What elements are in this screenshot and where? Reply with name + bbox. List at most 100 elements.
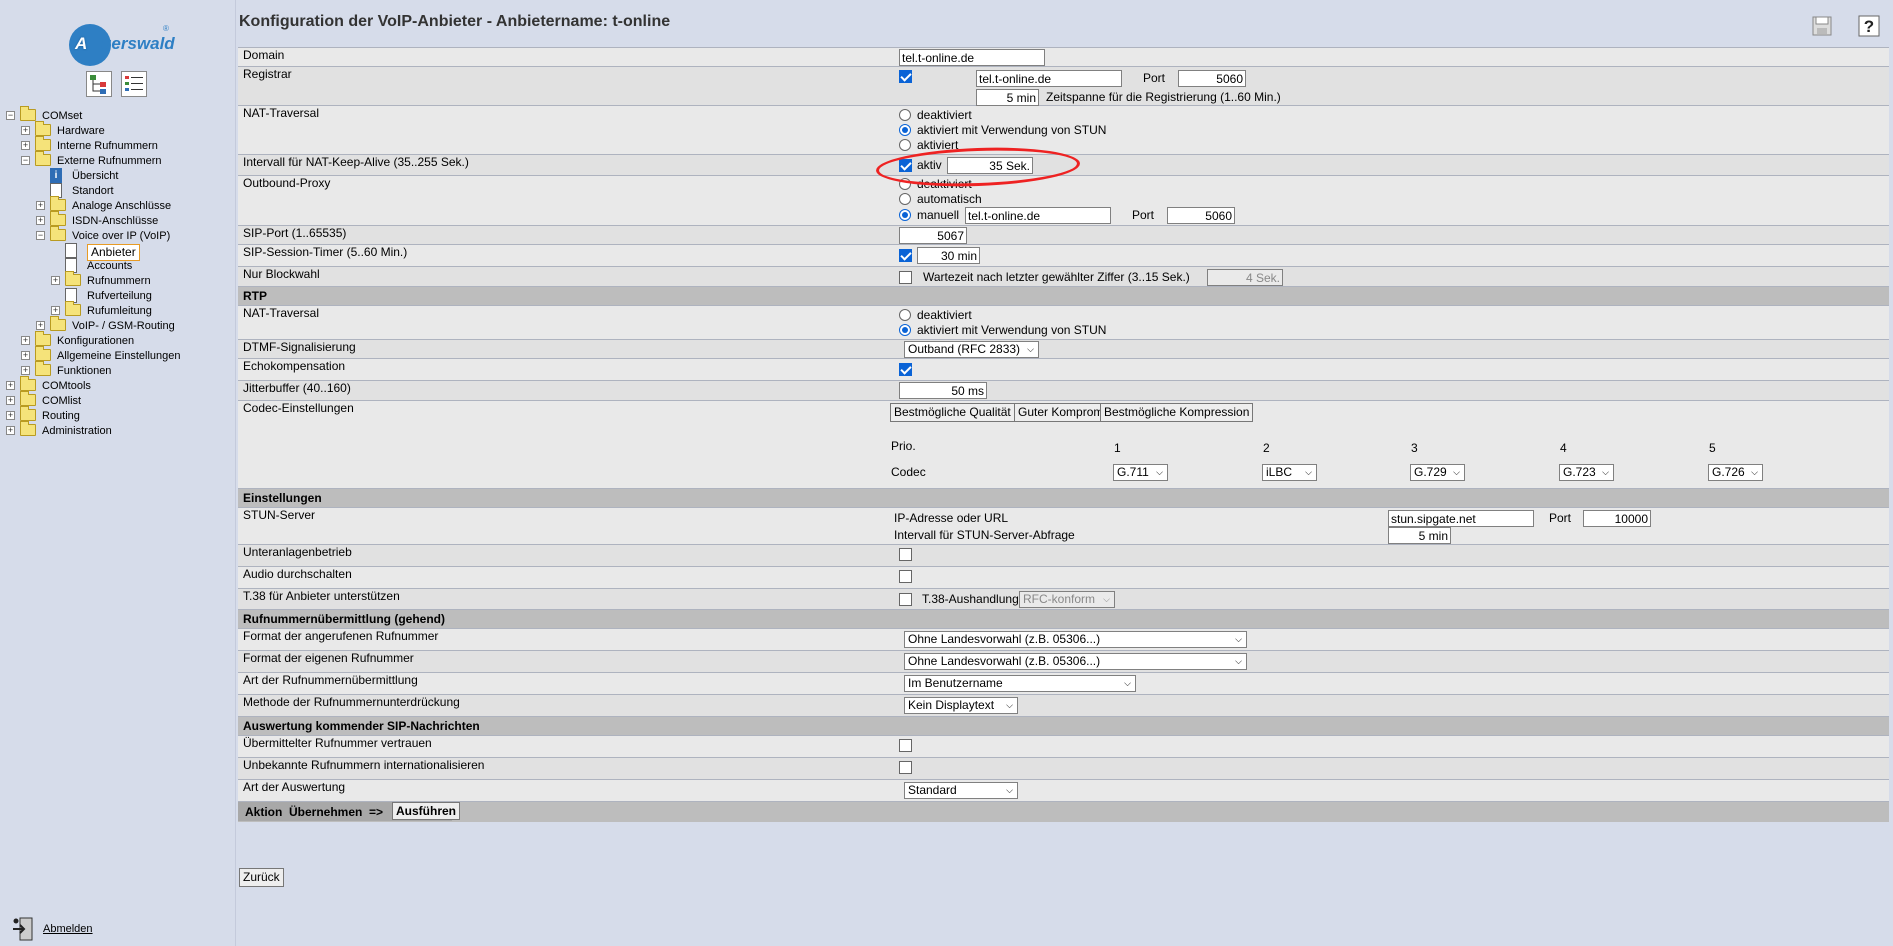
transmission-type-label: Art der Rufnummernübermittlung xyxy=(238,672,894,695)
evaluation-type-select[interactable]: Standard ⌵ xyxy=(904,782,1018,799)
logo-registered: ® xyxy=(163,24,169,33)
list-view-icon[interactable] xyxy=(121,71,147,97)
folder-icon xyxy=(65,301,81,316)
registrar-host-input[interactable] xyxy=(976,70,1122,87)
codec-select[interactable]: iLBC ⌵ xyxy=(1262,464,1317,481)
codec-select-value: G.729 xyxy=(1414,465,1447,479)
codec-select[interactable]: G.723 ⌵ xyxy=(1559,464,1614,481)
called-format-select[interactable]: Ohne Landesvorwahl (z.B. 05306...) ⌵ xyxy=(904,631,1247,648)
nat-stun-radio[interactable] xyxy=(899,124,911,136)
expand-icon[interactable]: + xyxy=(36,321,45,330)
t38-label: T.38 für Anbieter unterstützen xyxy=(238,588,894,610)
outbound-manual-radio[interactable] xyxy=(899,209,911,221)
stun-ip-input[interactable] xyxy=(1388,510,1534,527)
session-timer-checkbox[interactable] xyxy=(899,249,912,262)
outbound-port-input[interactable] xyxy=(1167,207,1235,224)
trust-number-checkbox[interactable] xyxy=(899,739,912,752)
audio-through-checkbox[interactable] xyxy=(899,570,912,583)
transmission-type-select[interactable]: Im Benutzername ⌵ xyxy=(904,675,1136,692)
chevron-down-icon: ⌵ xyxy=(1751,467,1758,477)
rtp-nat-label: NAT-Traversal xyxy=(238,305,894,340)
auerswald-logo[interactable]: A uerswald ® xyxy=(63,24,175,66)
called-format-label: Format der angerufenen Rufnummer xyxy=(238,628,894,651)
transmission-type-value: Im Benutzername xyxy=(908,676,1003,690)
outbound-auto-label: automatisch xyxy=(917,192,982,206)
logout-link[interactable]: Abmelden xyxy=(43,923,93,935)
outbound-host-input[interactable] xyxy=(965,207,1111,224)
expand-icon[interactable]: + xyxy=(21,351,30,360)
codec-select[interactable]: G.726 ⌵ xyxy=(1708,464,1763,481)
suppression-method-value: Kein Displaytext xyxy=(908,698,995,712)
rtp-nat-stun-label: aktiviert mit Verwendung von STUN xyxy=(917,323,1107,337)
folder-open-icon xyxy=(50,226,66,241)
expand-icon[interactable]: + xyxy=(36,216,45,225)
registrar-checkbox[interactable] xyxy=(899,70,912,83)
collapse-icon[interactable]: − xyxy=(6,111,15,120)
expand-icon[interactable]: + xyxy=(51,306,60,315)
codec-select-value: iLBC xyxy=(1266,465,1293,479)
outbound-auto-radio[interactable] xyxy=(899,193,911,205)
page-title: Konfiguration der VoIP-Anbieter - Anbiet… xyxy=(239,13,671,30)
rtp-nat-off-label: deaktiviert xyxy=(917,308,972,322)
jitter-input[interactable] xyxy=(899,382,987,399)
internationalize-checkbox[interactable] xyxy=(899,761,912,774)
domain-input[interactable] xyxy=(899,49,1045,66)
tree-item[interactable]: Anbieter xyxy=(0,242,140,261)
expand-icon[interactable]: + xyxy=(6,426,15,435)
codec-select[interactable]: G.729 ⌵ xyxy=(1410,464,1465,481)
dtmf-select[interactable]: Outband (RFC 2833) ⌵ xyxy=(904,341,1039,358)
folder-icon xyxy=(35,361,51,376)
block-dial-note: Wartezeit nach letzter gewählter Ziffer … xyxy=(923,270,1190,284)
internationalize-label: Unbekannte Rufnummern internationalisier… xyxy=(238,757,894,780)
stun-interval-input[interactable] xyxy=(1388,527,1451,544)
tree-view-icon[interactable] xyxy=(86,71,112,97)
execute-button[interactable]: Ausführen xyxy=(392,802,460,820)
expand-icon[interactable]: + xyxy=(51,276,60,285)
chevron-down-icon: ⌵ xyxy=(1235,634,1242,644)
chevron-down-icon: ⌵ xyxy=(1602,467,1609,477)
registrar-port-input[interactable] xyxy=(1178,70,1246,87)
t38-negotiation-select[interactable]: RFC-konform ⌵ xyxy=(1019,591,1115,608)
sip-port-input[interactable] xyxy=(899,227,967,244)
block-dial-wait-input[interactable] xyxy=(1207,269,1283,286)
codec-select-value: G.723 xyxy=(1563,465,1596,479)
block-dial-checkbox[interactable] xyxy=(899,271,912,284)
expand-icon[interactable]: + xyxy=(21,141,30,150)
stun-port-input[interactable] xyxy=(1583,510,1651,527)
expand-icon[interactable]: + xyxy=(21,336,30,345)
expand-icon[interactable]: + xyxy=(6,411,15,420)
own-format-select[interactable]: Ohne Landesvorwahl (z.B. 05306...) ⌵ xyxy=(904,653,1247,670)
registration-interval-input[interactable] xyxy=(976,89,1039,106)
codec-best-quality-button[interactable]: Bestmögliche Qualität xyxy=(890,403,1015,422)
svg-text:?: ? xyxy=(1864,17,1874,36)
echo-checkbox[interactable] xyxy=(899,363,912,376)
session-timer-label: SIP-Session-Timer (5..60 Min.) xyxy=(238,244,894,267)
expand-icon[interactable]: + xyxy=(21,366,30,375)
expand-icon[interactable]: + xyxy=(6,381,15,390)
expand-icon[interactable]: + xyxy=(6,396,15,405)
logout-icon[interactable] xyxy=(10,915,38,943)
collapse-icon[interactable]: − xyxy=(36,231,45,240)
rtp-nat-off-radio[interactable] xyxy=(899,309,911,321)
codec-best-compression-button[interactable]: Bestmögliche Kompression xyxy=(1100,403,1254,422)
codec-select-value: G.726 xyxy=(1712,465,1745,479)
expand-icon[interactable]: + xyxy=(36,201,45,210)
session-timer-input[interactable] xyxy=(917,247,980,264)
chevron-down-icon: ⌵ xyxy=(1235,656,1242,666)
outbound-manual-label: manuell xyxy=(917,208,960,222)
settings-section-header: Einstellungen xyxy=(238,488,1889,508)
save-icon[interactable] xyxy=(1811,14,1833,38)
suppression-method-select[interactable]: Kein Displaytext ⌵ xyxy=(904,697,1018,714)
nat-off-radio[interactable] xyxy=(899,109,911,121)
codec-select[interactable]: G.711 ⌵ xyxy=(1113,464,1168,481)
chevron-down-icon: ⌵ xyxy=(1453,467,1460,477)
nat-on-radio[interactable] xyxy=(899,139,911,151)
rtp-nat-stun-radio[interactable] xyxy=(899,324,911,336)
t38-checkbox[interactable] xyxy=(899,593,912,606)
collapse-icon[interactable]: − xyxy=(21,156,30,165)
back-button[interactable]: Zurück xyxy=(239,868,284,887)
registration-interval-note: Zeitspanne für die Registrierung (1..60 … xyxy=(1046,90,1281,104)
help-icon[interactable]: ? xyxy=(1858,14,1880,38)
expand-icon[interactable]: + xyxy=(21,126,30,135)
sub-system-checkbox[interactable] xyxy=(899,548,912,561)
